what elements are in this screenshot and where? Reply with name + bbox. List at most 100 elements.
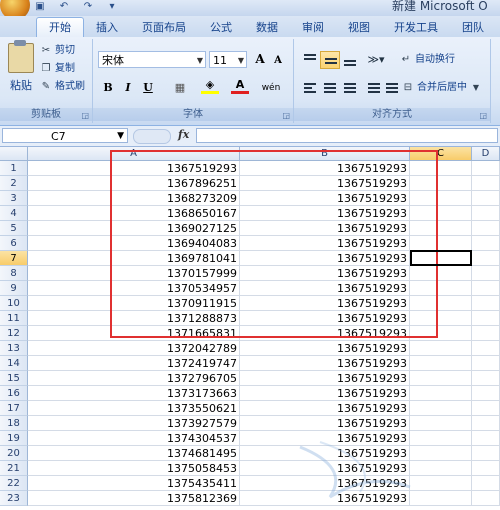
cell-d[interactable] [472, 356, 500, 371]
insert-function-button[interactable]: fx [178, 128, 189, 141]
cell-c[interactable] [410, 341, 472, 356]
tab-1[interactable]: 开始 [36, 17, 84, 37]
cell-b[interactable]: 1367519293 [240, 326, 410, 341]
cell-d[interactable] [472, 251, 500, 266]
cell-b[interactable]: 1367519293 [240, 221, 410, 236]
formula-input[interactable] [196, 128, 498, 143]
row-header[interactable]: 9 [0, 281, 28, 296]
cell-d[interactable] [472, 161, 500, 176]
row-header[interactable]: 20 [0, 446, 28, 461]
cell-c[interactable] [410, 386, 472, 401]
cut-button[interactable]: ✂ 剪切 [40, 43, 75, 59]
font-size-combo[interactable]: 11 ▼ [209, 51, 247, 68]
cell-b[interactable]: 1367519293 [240, 206, 410, 221]
align-center-icon[interactable] [320, 79, 340, 97]
cell-a[interactable]: 1371288873 [28, 311, 240, 326]
cell-c[interactable] [410, 461, 472, 476]
cell-a[interactable]: 1367896251 [28, 176, 240, 191]
tab-8[interactable]: 开发工具 [382, 18, 450, 37]
fill-color-icon[interactable]: ◈ [201, 79, 219, 97]
row-header[interactable]: 3 [0, 191, 28, 206]
decrease-indent-icon[interactable] [364, 79, 384, 97]
italic-button[interactable]: I [119, 79, 137, 97]
bold-button[interactable]: B [99, 79, 117, 97]
cell-b[interactable]: 1367519293 [240, 296, 410, 311]
cell-b[interactable]: 1367519293 [240, 461, 410, 476]
row-header[interactable]: 8 [0, 266, 28, 281]
borders-icon[interactable]: ▦ [171, 79, 189, 97]
tab-2[interactable]: 插入 [84, 18, 130, 37]
dialog-launcher-icon[interactable]: ◲ [282, 111, 290, 120]
cell-d[interactable] [472, 401, 500, 416]
redo-icon[interactable]: ↷ [78, 0, 98, 13]
row-header[interactable]: 23 [0, 491, 28, 506]
cell-c[interactable] [410, 221, 472, 236]
paste-button[interactable]: 粘贴 [6, 40, 36, 99]
cell-c[interactable] [410, 491, 472, 506]
cell-b[interactable]: 1367519293 [240, 266, 410, 281]
cell-c[interactable] [410, 236, 472, 251]
tab-6[interactable]: 审阅 [290, 18, 336, 37]
cell-a[interactable]: 1370911915 [28, 296, 240, 311]
tab-9[interactable]: 团队 [450, 18, 496, 37]
column-header-b[interactable]: B [240, 147, 410, 161]
align-right-icon[interactable] [340, 79, 360, 97]
cell-c[interactable] [410, 326, 472, 341]
column-header-c[interactable]: C [410, 147, 472, 161]
cell-d[interactable] [472, 206, 500, 221]
row-header[interactable]: 10 [0, 296, 28, 311]
cell-b[interactable]: 1367519293 [240, 356, 410, 371]
align-middle-icon[interactable] [320, 51, 340, 69]
cell-c[interactable] [410, 206, 472, 221]
row-header[interactable]: 1 [0, 161, 28, 176]
select-all-button[interactable] [0, 147, 28, 161]
cell-c[interactable] [410, 191, 472, 206]
cell-d[interactable] [472, 371, 500, 386]
cell-c[interactable] [410, 176, 472, 191]
cell-c[interactable] [410, 266, 472, 281]
cell-a[interactable]: 1369781041 [28, 251, 240, 266]
row-header[interactable]: 5 [0, 221, 28, 236]
cell-d[interactable] [472, 341, 500, 356]
shrink-font-button[interactable]: A [269, 52, 287, 70]
cell-b[interactable]: 1367519293 [240, 386, 410, 401]
cell-c[interactable] [410, 161, 472, 176]
font-color-icon[interactable]: A [231, 79, 249, 97]
cell-b[interactable]: 1367519293 [240, 401, 410, 416]
cell-a[interactable]: 1372042789 [28, 341, 240, 356]
formula-bar-handle[interactable] [133, 129, 171, 144]
align-left-icon[interactable] [300, 79, 320, 97]
cell-c[interactable] [410, 296, 472, 311]
qat-customize-icon[interactable]: ▾ [102, 0, 122, 13]
cell-b[interactable]: 1367519293 [240, 431, 410, 446]
cell-b[interactable]: 1367519293 [240, 311, 410, 326]
cell-d[interactable] [472, 386, 500, 401]
cell-a[interactable]: 1374681495 [28, 446, 240, 461]
cell-a[interactable]: 1369027125 [28, 221, 240, 236]
row-header[interactable]: 22 [0, 476, 28, 491]
row-header[interactable]: 4 [0, 206, 28, 221]
cell-b[interactable]: 1367519293 [240, 281, 410, 296]
row-header[interactable]: 19 [0, 431, 28, 446]
name-box[interactable]: C7 ▼ [2, 128, 128, 143]
cell-a[interactable]: 1373550621 [28, 401, 240, 416]
cell-d[interactable] [472, 296, 500, 311]
cell-a[interactable]: 1370534957 [28, 281, 240, 296]
cell-a[interactable]: 1373173663 [28, 386, 240, 401]
cell-b[interactable]: 1367519293 [240, 416, 410, 431]
row-header[interactable]: 6 [0, 236, 28, 251]
cell-d[interactable] [472, 446, 500, 461]
cell-c[interactable] [410, 311, 472, 326]
row-header[interactable]: 12 [0, 326, 28, 341]
cell-a[interactable]: 1370157999 [28, 266, 240, 281]
dialog-launcher-icon[interactable]: ◲ [479, 111, 487, 120]
undo-icon[interactable]: ↶ [54, 0, 74, 13]
phonetic-button[interactable]: wén [259, 79, 283, 97]
row-header[interactable]: 7 [0, 251, 28, 266]
cell-c[interactable] [410, 401, 472, 416]
cell-d[interactable] [472, 476, 500, 491]
row-header[interactable]: 18 [0, 416, 28, 431]
column-header-d[interactable]: D [472, 147, 500, 161]
cell-d[interactable] [472, 221, 500, 236]
cell-a[interactable]: 1375435411 [28, 476, 240, 491]
